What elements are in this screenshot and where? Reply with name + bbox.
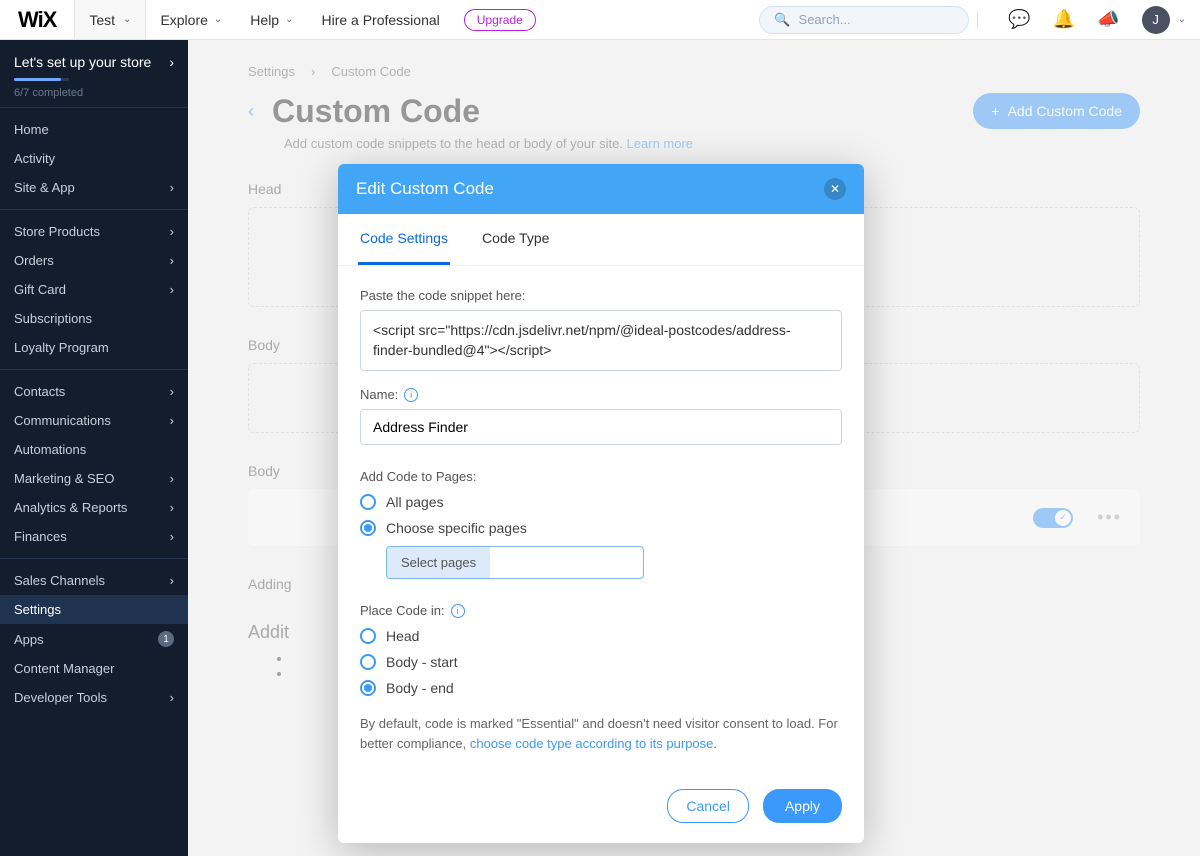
chevron-right-icon: › xyxy=(170,529,174,544)
chevron-right-icon: › xyxy=(170,471,174,486)
select-pages-dropdown[interactable]: Select pages xyxy=(386,546,644,579)
search-input[interactable]: 🔍 Search... xyxy=(759,6,969,34)
modal-body: Paste the code snippet here: <script src… xyxy=(338,266,864,773)
sidebar-item-home[interactable]: Home xyxy=(0,115,188,144)
name-input[interactable] xyxy=(360,409,842,445)
sidebar-item-content-manager[interactable]: Content Manager xyxy=(0,654,188,683)
progress-bar xyxy=(14,78,69,81)
close-button[interactable]: ✕ xyxy=(824,178,846,200)
sidebar-item-subscriptions[interactable]: Subscriptions xyxy=(0,304,188,333)
tab-code-settings[interactable]: Code Settings xyxy=(358,214,450,265)
sidebar-item-store-products[interactable]: Store Products› xyxy=(0,217,188,246)
paste-label: Paste the code snippet here: xyxy=(360,288,842,303)
sidebar-item-communications[interactable]: Communications› xyxy=(0,406,188,435)
sidebar-item-apps[interactable]: Apps1 xyxy=(0,624,188,654)
topbar: WiX Test ⌄ Explore⌄ Help⌄ Hire a Profess… xyxy=(0,0,1200,40)
edit-custom-code-modal: Edit Custom Code ✕ Code Settings Code Ty… xyxy=(338,164,864,843)
sidebar-item-contacts[interactable]: Contacts› xyxy=(0,377,188,406)
upgrade-button[interactable]: Upgrade xyxy=(464,9,536,31)
sidebar-item-marketing-seo[interactable]: Marketing & SEO› xyxy=(0,464,188,493)
chevron-right-icon: › xyxy=(170,384,174,399)
radio-icon xyxy=(360,628,376,644)
sidebar-item-automations[interactable]: Automations xyxy=(0,435,188,464)
sidebar-item-site-app[interactable]: Site & App› xyxy=(0,173,188,202)
sidebar-item-sales-channels[interactable]: Sales Channels› xyxy=(0,566,188,595)
chevron-down-icon: ⌄ xyxy=(123,14,131,25)
code-type-link[interactable]: choose code type according to its purpos… xyxy=(470,736,714,751)
modal-title: Edit Custom Code xyxy=(356,179,494,199)
modal-tabs: Code Settings Code Type xyxy=(338,214,864,266)
radio-place-head[interactable]: Head xyxy=(360,628,842,644)
chat-icon[interactable]: 💬 xyxy=(1008,9,1030,30)
chevron-right-icon: › xyxy=(169,54,174,70)
chevron-right-icon: › xyxy=(170,690,174,705)
radio-icon xyxy=(360,520,376,536)
megaphone-icon[interactable]: 📣 xyxy=(1097,9,1119,30)
nav-help[interactable]: Help⌄ xyxy=(236,0,307,39)
apps-badge: 1 xyxy=(158,631,174,647)
radio-icon xyxy=(360,680,376,696)
sidebar-item-loyalty[interactable]: Loyalty Program xyxy=(0,333,188,362)
snippet-textarea[interactable]: <script src="https://cdn.jsdelivr.net/np… xyxy=(360,310,842,371)
radio-place-body-start[interactable]: Body - start xyxy=(360,654,842,670)
bell-icon[interactable]: 🔔 xyxy=(1053,9,1075,30)
radio-all-pages[interactable]: All pages xyxy=(360,494,842,510)
place-label: Place Code in: i xyxy=(360,603,842,618)
radio-specific-pages[interactable]: Choose specific pages xyxy=(360,520,842,536)
chevron-right-icon: › xyxy=(170,224,174,239)
sidebar: Let's set up your store› 6/7 completed H… xyxy=(0,40,188,856)
apply-button[interactable]: Apply xyxy=(763,789,842,823)
chevron-right-icon: › xyxy=(170,573,174,588)
info-icon[interactable]: i xyxy=(451,604,465,618)
pages-label: Add Code to Pages: xyxy=(360,469,842,484)
sidebar-item-analytics[interactable]: Analytics & Reports› xyxy=(0,493,188,522)
nav-hire[interactable]: Hire a Professional xyxy=(307,0,453,39)
search-placeholder: Search... xyxy=(799,12,851,27)
site-dropdown[interactable]: Test ⌄ xyxy=(74,0,146,39)
setup-count: 6/7 completed xyxy=(14,87,174,99)
chevron-down-icon[interactable]: ⌄ xyxy=(1178,14,1186,25)
wix-logo: WiX xyxy=(0,7,74,33)
search-icon: 🔍 xyxy=(774,12,790,28)
sidebar-item-activity[interactable]: Activity xyxy=(0,144,188,173)
chevron-right-icon: › xyxy=(170,253,174,268)
chevron-right-icon: › xyxy=(170,500,174,515)
chevron-right-icon: › xyxy=(170,282,174,297)
sidebar-item-settings[interactable]: Settings xyxy=(0,595,188,624)
info-icon[interactable]: i xyxy=(404,388,418,402)
setup-section[interactable]: Let's set up your store› 6/7 completed xyxy=(0,40,188,107)
sidebar-item-orders[interactable]: Orders› xyxy=(0,246,188,275)
chevron-down-icon: ⌄ xyxy=(214,14,222,25)
sidebar-item-finances[interactable]: Finances› xyxy=(0,522,188,551)
modal-header: Edit Custom Code ✕ xyxy=(338,164,864,214)
radio-place-body-end[interactable]: Body - end xyxy=(360,680,842,696)
radio-icon xyxy=(360,494,376,510)
chevron-down-icon: ⌄ xyxy=(285,14,293,25)
site-name: Test xyxy=(89,12,115,28)
chevron-right-icon: › xyxy=(170,413,174,428)
sidebar-item-gift-card[interactable]: Gift Card› xyxy=(0,275,188,304)
tab-code-type[interactable]: Code Type xyxy=(480,214,551,265)
avatar[interactable]: J xyxy=(1142,6,1170,34)
top-icons: 💬 🔔 📣 xyxy=(986,9,1141,30)
radio-icon xyxy=(360,654,376,670)
sidebar-item-developer-tools[interactable]: Developer Tools› xyxy=(0,683,188,712)
cancel-button[interactable]: Cancel xyxy=(667,789,749,823)
name-label: Name: i xyxy=(360,387,842,402)
modal-footer: Cancel Apply xyxy=(338,773,864,843)
nav-explore[interactable]: Explore⌄ xyxy=(146,0,236,39)
compliance-note: By default, code is marked "Essential" a… xyxy=(360,714,842,753)
chevron-right-icon: › xyxy=(170,180,174,195)
